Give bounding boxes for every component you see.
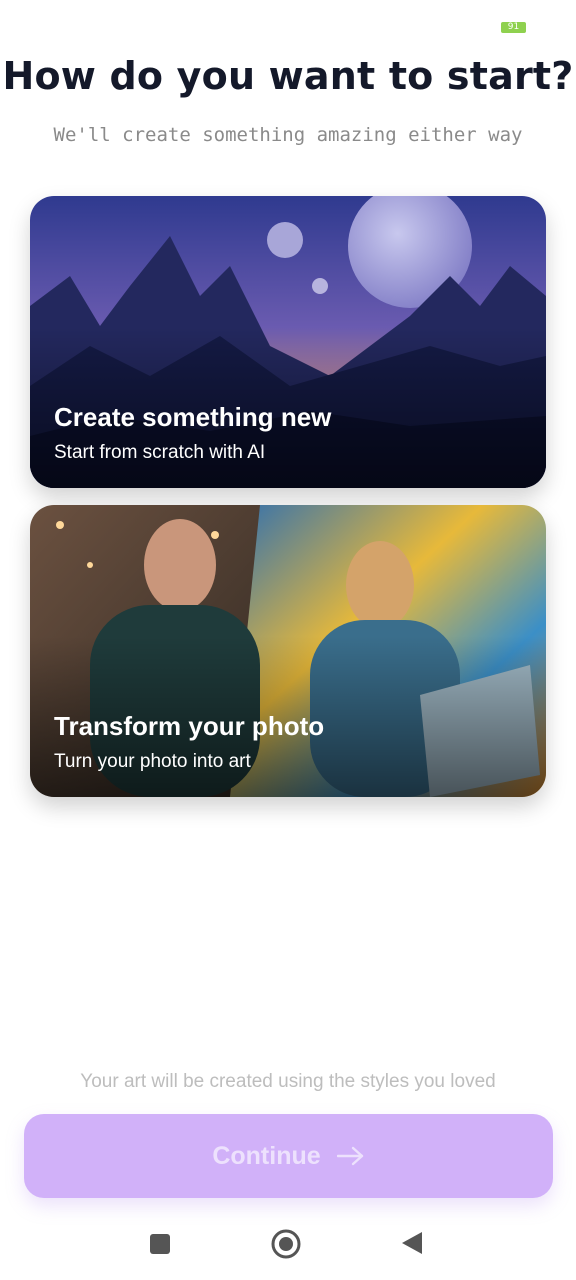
page-title: How do you want to start? [2,54,574,98]
system-nav-bar [0,1216,576,1280]
back-triangle-icon[interactable] [400,1230,424,1256]
styles-note: Your art will be created using the style… [80,1071,496,1092]
continue-label: Continue [212,1141,321,1170]
transform-photo-card[interactable]: Transform your photo Turn your photo int… [30,505,546,797]
recents-square-icon[interactable] [148,1232,172,1256]
card-title: Create something new [54,402,332,432]
card-title: Transform your photo [54,711,325,741]
create-new-card[interactable]: Create something new Start from scratch … [30,196,546,488]
card-subtitle: Start from scratch with AI [54,442,266,463]
status-bar: 91 [0,0,576,44]
home-circle-icon[interactable] [270,1228,302,1260]
arrow-right-icon [336,1146,363,1166]
card-subtitle: Turn your photo into art [54,751,251,772]
continue-button[interactable]: Continue [24,1114,553,1198]
page-subtitle: We'll create something amazing either wa… [53,124,523,146]
battery-icon: 91 [501,22,526,33]
